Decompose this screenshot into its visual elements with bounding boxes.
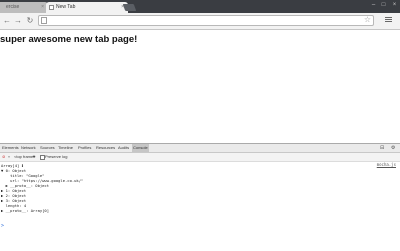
dock-side-icon[interactable]: ⊟ (380, 144, 384, 152)
tab-inactive[interactable]: ercise × (0, 2, 48, 13)
menu-icon[interactable] (384, 16, 394, 26)
chevron-down-icon[interactable]: ▼ (32, 153, 36, 161)
tab-new-tab[interactable]: New Tab × (46, 2, 128, 13)
devtools-tab-sources[interactable]: Sources (40, 144, 55, 152)
minimize-icon[interactable]: – (369, 1, 378, 9)
devtools-tab-network[interactable]: Network (21, 144, 36, 152)
reload-icon[interactable]: ↻ (25, 16, 35, 26)
maximize-icon[interactable]: □ (379, 1, 388, 9)
page-icon (41, 17, 47, 24)
console-toolbar: ⊘ ▿ <top frame> ▼ Preserve log (0, 153, 400, 162)
devtools-panel: Elements Network Sources Timeline Profil… (0, 143, 400, 251)
devtools-tab-resources[interactable]: Resources (96, 144, 115, 152)
console-output: mocha.js Array[4] ℹ ▼ 0: Object title: "… (0, 162, 400, 251)
forward-icon[interactable]: → (13, 16, 23, 26)
devtools-tab-audits[interactable]: Audits (118, 144, 129, 152)
omnibox[interactable]: ☆ (38, 15, 374, 26)
back-icon[interactable]: ← (2, 16, 12, 26)
address-input[interactable] (49, 16, 359, 25)
tab-title: ercise (6, 4, 20, 10)
filter-icon[interactable]: ▿ (8, 153, 10, 161)
tab-title: New Tab (56, 4, 76, 10)
clear-console-icon[interactable]: ⊘ (2, 153, 5, 161)
devtools-tab-timeline[interactable]: Timeline (58, 144, 73, 152)
console-line[interactable]: ▶ __proto__: Array[0] (1, 208, 49, 213)
devtools-tab-profiles[interactable]: Profiles (78, 144, 91, 152)
bookmark-star-icon[interactable]: ☆ (364, 15, 371, 25)
console-prompt[interactable]: > (1, 223, 4, 229)
page-favicon-icon (49, 5, 54, 10)
browser-toolbar: ← → ↻ ☆ (0, 13, 400, 30)
devtools-tab-console[interactable]: Console (132, 144, 149, 152)
preserve-log-label: Preserve log (45, 154, 68, 159)
devtools-tab-elements[interactable]: Elements (2, 144, 19, 152)
close-window-icon[interactable]: × (390, 1, 399, 9)
devtools-tab-bar: Elements Network Sources Timeline Profil… (0, 144, 400, 153)
new-tab-button[interactable] (122, 4, 137, 11)
page-heading: super awesome new tab page! (0, 34, 138, 45)
tab-strip: ercise × New Tab × – □ × (0, 0, 400, 13)
settings-gear-icon[interactable]: ⚙ (391, 144, 395, 152)
tab-close-icon[interactable]: × (41, 2, 44, 13)
console-source-link[interactable]: mocha.js (377, 162, 396, 167)
